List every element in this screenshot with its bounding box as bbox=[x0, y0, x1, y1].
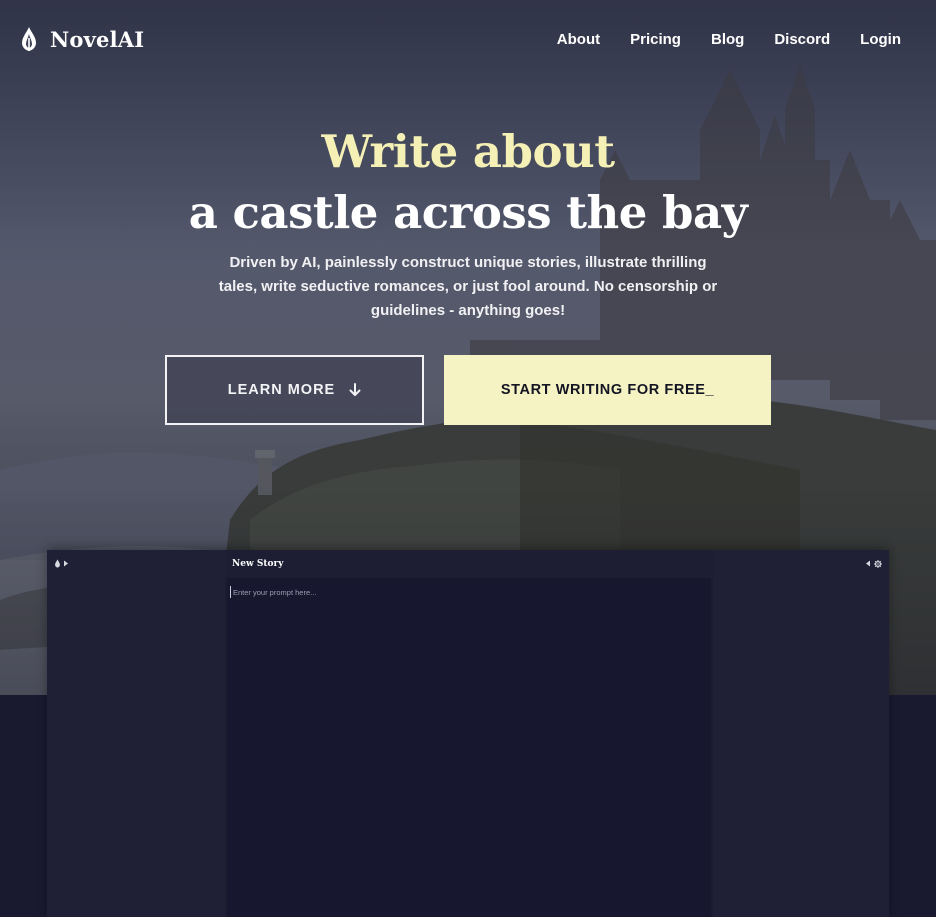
logo[interactable]: NovelAI bbox=[19, 26, 144, 52]
story-header bbox=[225, 550, 713, 578]
start-writing-button[interactable]: START WRITING FOR FREE_ bbox=[444, 355, 771, 425]
hero-subtitle: Driven by AI, painlessly construct uniqu… bbox=[218, 254, 718, 319]
prompt-input[interactable] bbox=[230, 586, 533, 598]
story-editor bbox=[227, 578, 711, 917]
headline-line-2: a castle across the bay bbox=[188, 186, 748, 239]
nav-link-about[interactable]: About bbox=[557, 31, 600, 48]
learn-more-label: LEARN MORE bbox=[227, 382, 336, 398]
top-navigation: NovelAI About Pricing Blog Discord Login bbox=[0, 0, 936, 82]
nav-link-login[interactable]: Login bbox=[860, 31, 901, 48]
left-sidebar bbox=[47, 550, 225, 917]
app-preview: New Story bbox=[47, 550, 889, 917]
arrow-down-icon bbox=[349, 383, 361, 396]
chevron-right-icon[interactable] bbox=[62, 559, 70, 568]
nav-links: About Pricing Blog Discord Login bbox=[557, 31, 901, 48]
mini-logo-icon[interactable] bbox=[53, 559, 61, 568]
gear-icon[interactable] bbox=[874, 559, 882, 568]
start-writing-label: START WRITING FOR FREE_ bbox=[500, 382, 715, 398]
right-sidebar bbox=[713, 550, 889, 917]
headline-line-1: Write about bbox=[321, 125, 615, 178]
hero-headline: Write about a castle across the bay bbox=[0, 122, 936, 244]
learn-more-button[interactable]: LEARN MORE bbox=[165, 355, 424, 425]
story-title: New Story bbox=[232, 559, 284, 569]
chevron-left-icon[interactable] bbox=[864, 559, 872, 568]
nav-link-blog[interactable]: Blog bbox=[711, 31, 744, 48]
nav-link-discord[interactable]: Discord bbox=[774, 31, 830, 48]
brand-name: NovelAI bbox=[50, 26, 145, 52]
novelai-quill-logo-icon bbox=[22, 27, 36, 51]
nav-link-pricing[interactable]: Pricing bbox=[630, 31, 681, 48]
